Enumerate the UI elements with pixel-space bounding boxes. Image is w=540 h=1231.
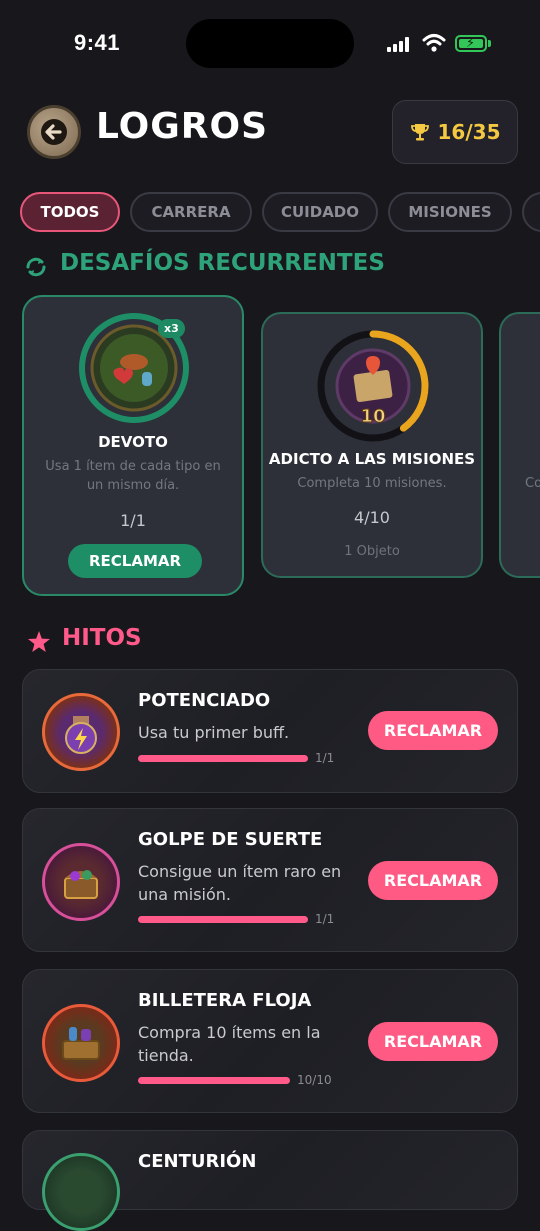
tab-cuidado[interactable]: CUIDADO bbox=[262, 192, 378, 232]
page-title: LOGROS bbox=[96, 106, 269, 147]
challenge-progress: 4/10 bbox=[354, 508, 390, 527]
potion-medal-icon bbox=[42, 693, 120, 771]
challenge-card-devoto[interactable]: x3 DEVOTO Usa 1 ítem de cada tipo en un … bbox=[22, 295, 244, 596]
challenge-reward: 1 Objeto bbox=[344, 544, 400, 559]
multiplier-badge: x3 bbox=[158, 319, 185, 338]
tab-misiones[interactable]: MISIONES bbox=[388, 192, 512, 232]
signal-icon bbox=[387, 36, 413, 52]
challenge-name: ADICTO A LAS MISIONES bbox=[268, 450, 476, 468]
challenge-progress: 1/1 bbox=[120, 511, 146, 530]
progress-bar bbox=[138, 916, 308, 923]
challenge-name: DEVOTO bbox=[98, 433, 168, 451]
battery-tip bbox=[488, 40, 491, 47]
challenge-desc: Co bbox=[525, 476, 540, 491]
milestone-progress: 1/1 bbox=[315, 751, 335, 765]
back-button[interactable] bbox=[27, 105, 81, 159]
challenge-card-partial[interactable]: Co bbox=[499, 312, 540, 578]
milestone-progress: 1/1 bbox=[315, 912, 335, 926]
milestone-card-golpe-de-suerte[interactable]: GOLPE DE SUERTE Consigue un ítem raro en… bbox=[22, 808, 518, 952]
milestone-title: BILLETERA FLOJA bbox=[138, 990, 312, 1011]
battery-icon: ⚡ bbox=[455, 35, 487, 52]
back-arrow-icon bbox=[41, 119, 67, 145]
milestone-card-potenciado[interactable]: POTENCIADO Usa tu primer buff. 1/1 RECLA… bbox=[22, 669, 518, 793]
status-time: 9:41 bbox=[74, 30, 121, 55]
milestone-title: POTENCIADO bbox=[138, 690, 271, 711]
challenge-card-adicto[interactable]: 10 ADICTO A LAS MISIONES Completa 10 mis… bbox=[261, 312, 483, 578]
basket-medal-icon bbox=[42, 1004, 120, 1082]
tab-todos[interactable]: TODOS bbox=[20, 192, 120, 232]
milestone-progress: 10/10 bbox=[297, 1073, 332, 1087]
claim-button[interactable]: RECLAMAR bbox=[368, 861, 498, 900]
milestone-card-billetera-floja[interactable]: BILLETERA FLOJA Compra 10 ítems en la ti… bbox=[22, 969, 518, 1113]
milestone-title: GOLPE DE SUERTE bbox=[138, 829, 323, 850]
challenge-desc: Completa 10 misiones. bbox=[297, 476, 447, 491]
milestone-desc: Usa tu primer buff. bbox=[138, 723, 290, 742]
star-icon bbox=[28, 631, 50, 652]
trophy-icon bbox=[410, 124, 429, 141]
milestone-title: CENTURIÓN bbox=[138, 1151, 257, 1172]
section-title-milestones: HITOS bbox=[62, 625, 142, 651]
claim-button[interactable]: RECLAMAR bbox=[68, 544, 202, 578]
progress-bar bbox=[138, 1077, 290, 1084]
milestone-desc: Consigue un ítem raro en una misión. bbox=[138, 862, 342, 904]
challenge-desc: Usa 1 ítem de cada tipo en un mismo día. bbox=[45, 459, 221, 493]
milestone-desc: Compra 10 ítems en la tienda. bbox=[138, 1023, 321, 1065]
trophy-count: 16/35 bbox=[437, 120, 501, 144]
section-title-recurring: DESAFÍOS RECURRENTES bbox=[60, 250, 385, 276]
tab-more[interactable] bbox=[522, 192, 540, 232]
progress-bar bbox=[138, 755, 308, 762]
refresh-icon bbox=[26, 257, 46, 277]
trophy-counter[interactable]: 16/35 bbox=[392, 100, 518, 164]
claim-button[interactable]: RECLAMAR bbox=[368, 1022, 498, 1061]
tab-carrera[interactable]: CARRERA bbox=[130, 192, 252, 232]
progress-ring: 10 bbox=[317, 330, 429, 442]
medal-number: 10 bbox=[360, 406, 385, 427]
chest-medal-icon bbox=[42, 843, 120, 921]
milestone-card-centurion[interactable]: CENTURIÓN bbox=[22, 1130, 518, 1231]
wifi-icon bbox=[422, 34, 446, 52]
claim-button[interactable]: RECLAMAR bbox=[368, 711, 498, 750]
centurion-medal-icon bbox=[42, 1153, 120, 1231]
dynamic-island bbox=[186, 19, 354, 68]
